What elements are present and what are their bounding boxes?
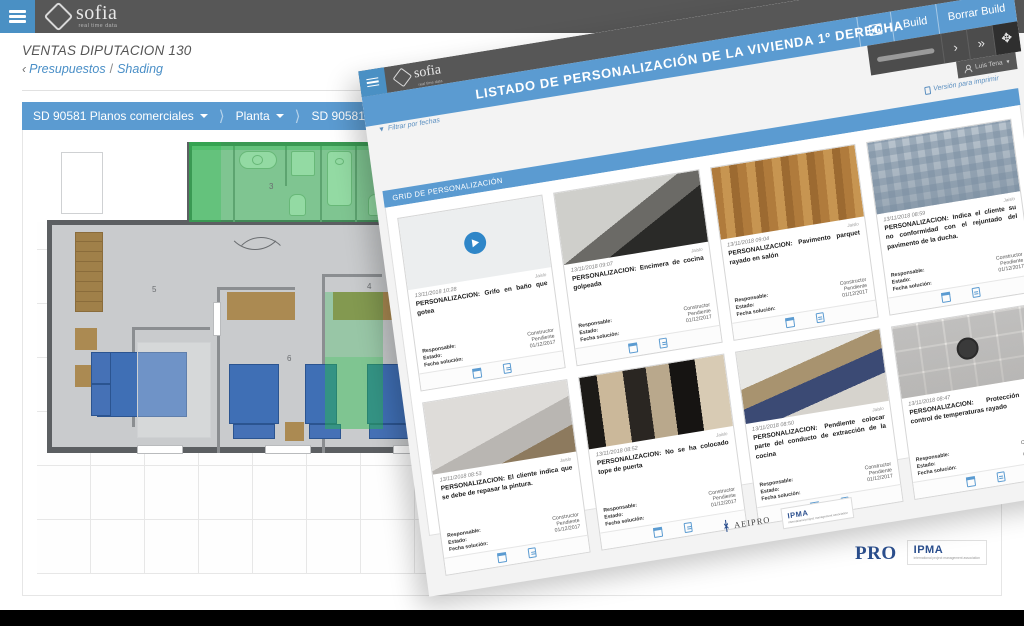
plan-furniture-pillow bbox=[91, 352, 111, 384]
personalization-card[interactable]: 13/11/2018 09:07 Jaislo PERSONALIZACION:… bbox=[553, 169, 723, 367]
chevron-down-icon bbox=[199, 114, 208, 118]
plan-door-arc bbox=[233, 237, 289, 293]
aeipro-label: AEIPRO bbox=[733, 514, 771, 531]
pill-label: SD 90581 Planos comerciales bbox=[33, 109, 194, 123]
move-window-button[interactable]: ✥ bbox=[991, 21, 1022, 56]
plan-door bbox=[265, 445, 311, 454]
chevron-down-icon: ▾ bbox=[1006, 59, 1010, 66]
hamburger-menu-button[interactable] bbox=[0, 0, 35, 33]
plan-void bbox=[37, 142, 189, 222]
screenshot-stage: sofia real time data Administrador VENTA… bbox=[0, 0, 1024, 626]
play-icon[interactable] bbox=[462, 230, 488, 256]
plan-room-number: 3 bbox=[269, 182, 274, 191]
aeipro-logo: ᚼ AEIPRO bbox=[721, 511, 771, 535]
plan-room-number: 4 bbox=[367, 282, 372, 291]
personalization-card[interactable]: 13/11/2018 10:28 Jaislo PERSONALIZACION:… bbox=[397, 194, 566, 392]
plan-highlight-corridor-lower bbox=[325, 357, 383, 429]
document-icon[interactable] bbox=[971, 286, 981, 299]
chevron-down-icon bbox=[275, 114, 284, 118]
plan-door bbox=[137, 445, 183, 454]
calendar-icon[interactable] bbox=[784, 317, 795, 328]
diamond-icon bbox=[43, 1, 74, 32]
next-page-button[interactable]: › bbox=[940, 29, 970, 64]
calendar-icon[interactable] bbox=[628, 342, 639, 354]
plan-room-number: 5 bbox=[152, 285, 157, 294]
plan-furniture-nightstand bbox=[285, 422, 304, 441]
report-user-label: Luis Tena bbox=[974, 59, 1004, 71]
ipma-logo: IPMA international project management as… bbox=[906, 539, 987, 565]
plan-partition bbox=[132, 327, 210, 330]
user-icon bbox=[964, 64, 972, 72]
screen-bottom-bar bbox=[0, 610, 1024, 626]
document-icon[interactable] bbox=[815, 312, 825, 324]
plan-furniture-dresser bbox=[227, 292, 295, 320]
brand-logo: sofia real time data bbox=[35, 0, 117, 33]
pill-planos-comerciales[interactable]: SD 90581 Planos comerciales bbox=[22, 109, 219, 123]
last-page-button[interactable]: » bbox=[965, 25, 996, 60]
hamburger-icon bbox=[9, 8, 26, 26]
ipma-subtitle: international project management associa… bbox=[913, 555, 980, 560]
page-icon bbox=[923, 86, 931, 96]
aeipro-logo: PRO bbox=[855, 543, 897, 564]
brand-tagline: real time data bbox=[78, 23, 118, 30]
breadcrumb-link-presupuestos[interactable]: Presupuestos bbox=[29, 62, 105, 76]
plan-furniture-footboard bbox=[233, 424, 275, 439]
chart-icon bbox=[868, 22, 884, 36]
document-icon[interactable] bbox=[658, 337, 669, 349]
plan-furniture-pillow bbox=[91, 384, 111, 416]
print-link-label: Versión para imprimir bbox=[932, 75, 1000, 93]
plan-room-outline bbox=[137, 342, 211, 438]
filter-icon: ▼ bbox=[377, 125, 386, 134]
breadcrumb-separator: / bbox=[109, 62, 114, 76]
hamburger-icon bbox=[366, 75, 380, 89]
plan-stair-treads bbox=[75, 232, 103, 312]
pill-planta[interactable]: Planta bbox=[225, 109, 295, 123]
plan-room-number: 6 bbox=[287, 354, 292, 363]
zoom-slider[interactable] bbox=[876, 47, 935, 62]
plan-void-room bbox=[61, 152, 103, 214]
personalization-card[interactable]: 13/11/2018 08:59 Jaislo PERSONALIZACION:… bbox=[865, 118, 1024, 316]
pill-label: Planta bbox=[235, 109, 270, 123]
calendar-icon[interactable] bbox=[940, 292, 951, 303]
document-icon[interactable] bbox=[502, 362, 513, 374]
report-window[interactable]: sofia real time data VENTAS DIPUTACION 1… bbox=[358, 0, 1024, 597]
brand-name: sofia bbox=[76, 2, 118, 25]
breadcrumb-link-shading[interactable]: Shading bbox=[117, 62, 163, 76]
plan-highlight-corridor bbox=[325, 292, 383, 357]
plan-highlight-strip bbox=[189, 142, 221, 222]
plan-furniture-bed bbox=[229, 364, 279, 424]
plan-partition bbox=[217, 287, 295, 290]
plan-door bbox=[213, 302, 221, 336]
personalization-card[interactable]: 13/11/2018 09:04 Jaislo PERSONALIZACION:… bbox=[709, 143, 879, 341]
ipma-title: IPMA bbox=[913, 543, 944, 556]
thermostat-icon bbox=[955, 335, 981, 362]
diamond-icon bbox=[392, 67, 413, 88]
plan-wood-block bbox=[75, 328, 97, 350]
calendar-icon[interactable] bbox=[472, 368, 483, 379]
plan-wall bbox=[47, 220, 52, 452]
back-chevron-icon[interactable]: ‹ bbox=[22, 62, 26, 76]
plan-partition bbox=[322, 274, 382, 277]
certification-logos: PRO IPMA international project managemen… bbox=[855, 539, 987, 565]
aeipro-mark-icon: ᚼ bbox=[721, 517, 732, 534]
ipma-logo: IPMA international project management as… bbox=[780, 496, 855, 530]
